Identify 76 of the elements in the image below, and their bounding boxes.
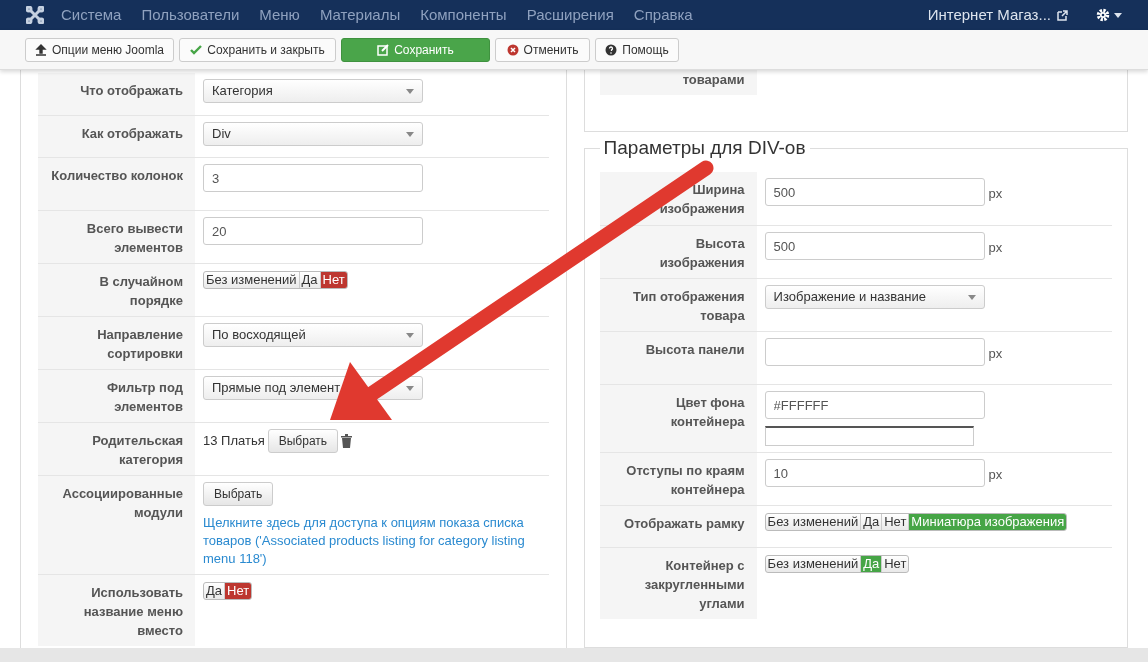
text-input[interactable]: 20 [203, 217, 423, 245]
joomla-logo-icon[interactable] [26, 6, 44, 24]
dropdown[interactable]: Div [203, 122, 423, 146]
toggle-option[interactable]: Нет [881, 556, 909, 572]
upload-icon [35, 43, 47, 56]
menu-item[interactable]: Справка [633, 3, 693, 27]
toggle-option[interactable]: Без изменений [204, 272, 299, 288]
field-label: Отступы по краям контейнера [626, 463, 745, 497]
menu-item[interactable]: Компоненты [420, 3, 507, 27]
toolbar-button[interactable]: Отменить [495, 37, 590, 62]
field-label: Ассоциированные модули [62, 486, 183, 520]
field-label: Отображать рамку [624, 516, 745, 531]
field-label: Фильтр под элементов [107, 380, 183, 414]
field-label: Ширина изображения [659, 182, 745, 216]
field-label: Цвет фона контейнера [670, 395, 745, 429]
toggle-option[interactable]: Да [204, 583, 225, 599]
toolbar-button[interactable]: Сохранить и закрыть [179, 37, 336, 62]
unit-label: px [988, 466, 1003, 484]
text-input[interactable]: 500 [764, 232, 985, 260]
dropdown-caret-icon [406, 131, 414, 137]
field-label: товарами [682, 71, 745, 89]
toggle-option[interactable]: Без изменений [765, 514, 861, 530]
dropdown-caret-icon [406, 332, 414, 338]
dropdown-caret-icon [406, 88, 414, 94]
unit-label: px [988, 345, 1003, 363]
toggle-option[interactable]: Да [860, 514, 882, 530]
dropdown[interactable]: По восходящей [203, 323, 423, 347]
dropdown-caret-icon [967, 294, 976, 300]
field-label: Как отображать [81, 126, 183, 141]
toolbar-button[interactable]: Опции меню Joomla [25, 37, 174, 62]
menu-item[interactable]: Расширения [526, 3, 614, 27]
field-label: Всего вывести элементов [86, 221, 183, 255]
field-label: Родительская категория [92, 433, 183, 467]
help-icon [605, 43, 618, 56]
field-label: Высота изображения [659, 236, 745, 270]
settings-menu[interactable] [1096, 8, 1122, 22]
field-label: Использовать название меню вместо [83, 585, 183, 638]
toolbar-button[interactable]: Помощь [595, 37, 679, 62]
unit-label: px [988, 185, 1003, 203]
field-label: Направление сортировки [97, 327, 183, 361]
toggle-option[interactable]: Без изменений [765, 556, 861, 572]
field-label: Контейнер с закругленными углами [644, 558, 745, 611]
edit-icon [377, 43, 390, 56]
external-link-icon [1057, 9, 1068, 21]
color-input[interactable]: #FFFFFF [764, 391, 985, 419]
check-icon [190, 43, 203, 56]
text-input[interactable] [764, 338, 985, 366]
field-label: Тип отображения товара [633, 289, 745, 323]
text-input[interactable]: 10 [764, 459, 985, 487]
dropdown-caret-icon [406, 385, 414, 391]
field-label: Количество колонок [51, 168, 183, 183]
trash-icon[interactable] [341, 434, 353, 448]
field-label: Высота панели [645, 342, 745, 357]
menu-item[interactable]: Система [61, 3, 122, 27]
options-link[interactable]: Щелкните здесь для доступа к опциям показа списка товаров ('Associated products listing for category listing menu 118') [203, 514, 549, 568]
unit-label: px [988, 239, 1003, 257]
text-input[interactable]: 500 [764, 178, 985, 206]
menu-item[interactable]: Пользователи [141, 3, 240, 27]
dropdown[interactable]: Изображение и название [764, 285, 985, 309]
select-button[interactable]: Выбрать [267, 429, 339, 453]
dropdown[interactable]: Категория [203, 79, 423, 103]
category-value: 13 Платья [203, 432, 265, 450]
text-input[interactable]: 3 [203, 164, 423, 192]
field-label: Что отображать [80, 83, 183, 98]
toggle-option[interactable]: Да [298, 272, 320, 288]
settings-icon [1096, 8, 1110, 22]
site-link[interactable]: Интернет Магаз... [927, 3, 1051, 27]
toggle-option[interactable]: Нет [224, 583, 252, 599]
toggle-option[interactable]: Нет [319, 272, 347, 288]
color-swatch[interactable] [764, 426, 974, 446]
menu-item[interactable]: Меню [259, 3, 300, 27]
menu-item[interactable]: Материалы [319, 3, 401, 27]
cancel-icon [506, 43, 519, 56]
caret-icon [1114, 12, 1122, 18]
field-label: В случайном порядке [99, 274, 183, 308]
select-button[interactable]: Выбрать [203, 482, 274, 506]
